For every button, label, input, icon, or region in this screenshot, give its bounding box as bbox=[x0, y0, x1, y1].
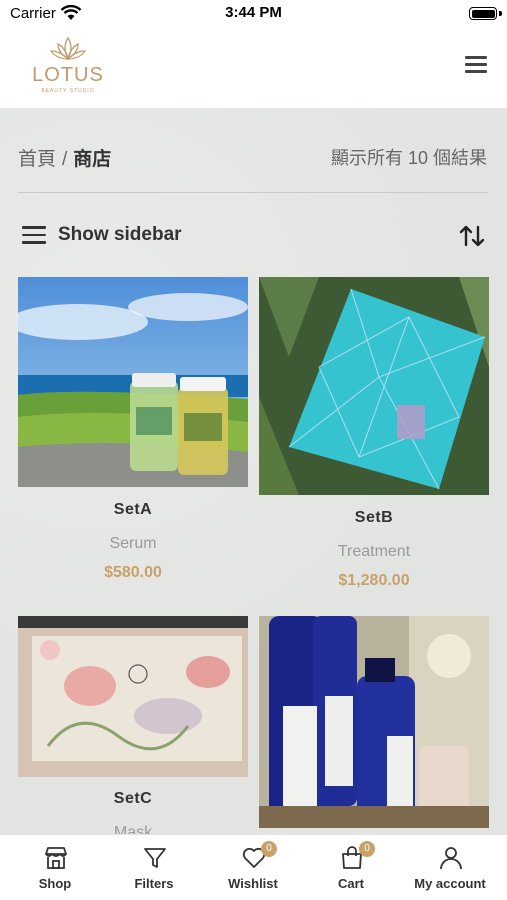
tab-label: Shop bbox=[38, 876, 72, 891]
show-sidebar-label: Show sidebar bbox=[58, 224, 182, 245]
product-name[interactable]: SetA bbox=[18, 501, 248, 519]
divider bbox=[18, 192, 488, 193]
product-name[interactable]: SetC bbox=[18, 790, 248, 808]
tab-label: My account bbox=[414, 876, 486, 891]
product-price: $580.00 bbox=[104, 564, 162, 581]
product-image[interactable] bbox=[259, 616, 489, 828]
lotus-icon bbox=[50, 36, 86, 60]
breadcrumb: 首頁 / 商店 bbox=[18, 144, 111, 171]
product-image[interactable] bbox=[259, 277, 489, 495]
product-card[interactable]: SetB Treatment $1,280.00 bbox=[259, 277, 489, 595]
breadcrumb-home-link[interactable]: 首頁 bbox=[18, 149, 56, 170]
filter-icon bbox=[144, 848, 166, 868]
tab-label: Wishlist bbox=[228, 876, 278, 891]
shop-content: 首頁 / 商店 顯示所有 10 個結果 Show sidebar SetA Se… bbox=[0, 108, 507, 834]
serum-bottles-photo bbox=[18, 277, 248, 487]
blue-bottles-photo bbox=[259, 616, 489, 828]
result-count: 顯示所有 10 個結果 bbox=[330, 148, 487, 168]
shop-icon bbox=[45, 847, 67, 869]
cart-badge: 0 bbox=[359, 841, 375, 857]
app-header: LOTUS BEAUTY STUDIO bbox=[0, 28, 507, 108]
sort-icon[interactable] bbox=[459, 224, 485, 248]
product-name[interactable]: SetB bbox=[259, 509, 489, 527]
product-card[interactable]: SetC Mask bbox=[18, 616, 248, 834]
tab-filters[interactable]: Filters bbox=[104, 835, 204, 900]
breadcrumb-current: 商店 bbox=[73, 149, 112, 170]
brand-logo[interactable]: LOTUS BEAUTY STUDIO bbox=[30, 36, 106, 98]
product-price: $1,280.00 bbox=[338, 572, 410, 589]
tab-cart[interactable]: 0 Cart bbox=[301, 835, 401, 900]
tab-label: Filters bbox=[134, 876, 174, 891]
tab-my-account[interactable]: My account bbox=[400, 835, 500, 900]
hamburger-icon bbox=[22, 226, 46, 244]
treatment-box-photo bbox=[259, 277, 489, 495]
product-image[interactable] bbox=[18, 277, 248, 487]
product-category: Serum bbox=[109, 535, 157, 552]
menu-button[interactable] bbox=[465, 56, 487, 74]
product-card[interactable]: SetA Serum $580.00 bbox=[18, 277, 248, 587]
clock: 3:44 PM bbox=[225, 4, 282, 21]
tab-wishlist[interactable]: 0 Wishlist bbox=[203, 835, 303, 900]
product-card[interactable] bbox=[259, 616, 489, 834]
wishlist-badge: 0 bbox=[261, 841, 277, 857]
tab-shop[interactable]: Shop bbox=[5, 835, 105, 900]
status-bar: Carrier 3:44 PM bbox=[0, 0, 507, 28]
breadcrumb-separator: / bbox=[62, 149, 68, 170]
product-category: Mask bbox=[113, 824, 153, 834]
user-icon bbox=[440, 847, 462, 870]
bottom-tab-bar: Shop Filters 0 Wishlist 0 Cart My accoun… bbox=[0, 834, 507, 900]
show-sidebar-button[interactable]: Show sidebar bbox=[22, 224, 182, 246]
mask-package-photo bbox=[18, 616, 248, 777]
battery-icon bbox=[469, 7, 497, 20]
logo-wordmark: LOTUS bbox=[32, 64, 104, 86]
product-category: Treatment bbox=[337, 543, 411, 560]
logo-tagline: BEAUTY STUDIO bbox=[41, 88, 95, 94]
product-image[interactable] bbox=[18, 616, 248, 777]
tab-label: Cart bbox=[337, 876, 364, 891]
